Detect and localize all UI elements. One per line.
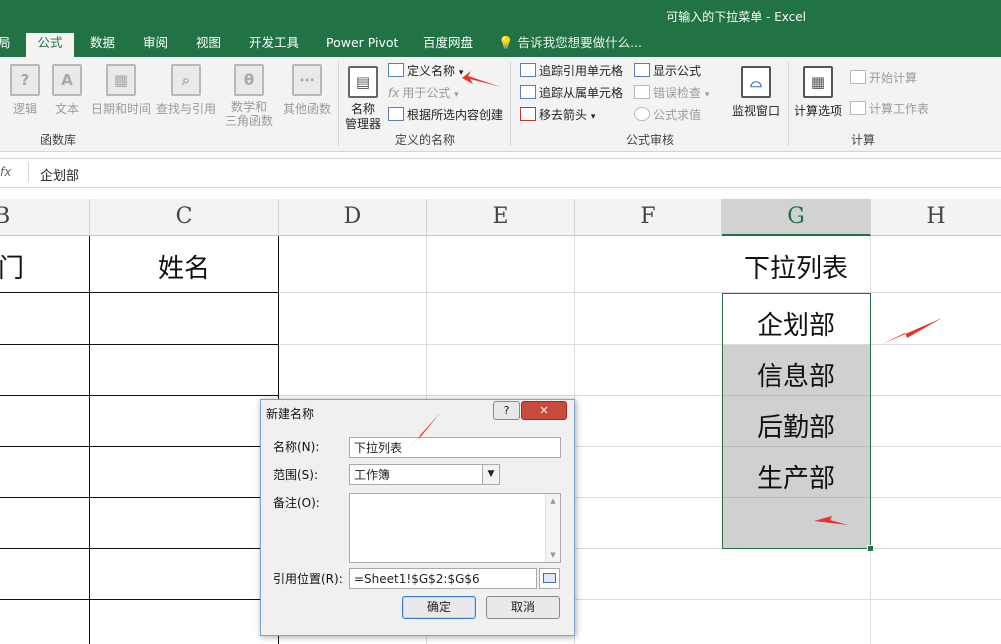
annotation-arrow	[814, 516, 848, 527]
annotation-arrows	[406, 71, 942, 527]
annotation-arrow	[462, 71, 501, 87]
annotation-arrow	[880, 318, 942, 345]
annotation-arrow	[406, 412, 441, 451]
